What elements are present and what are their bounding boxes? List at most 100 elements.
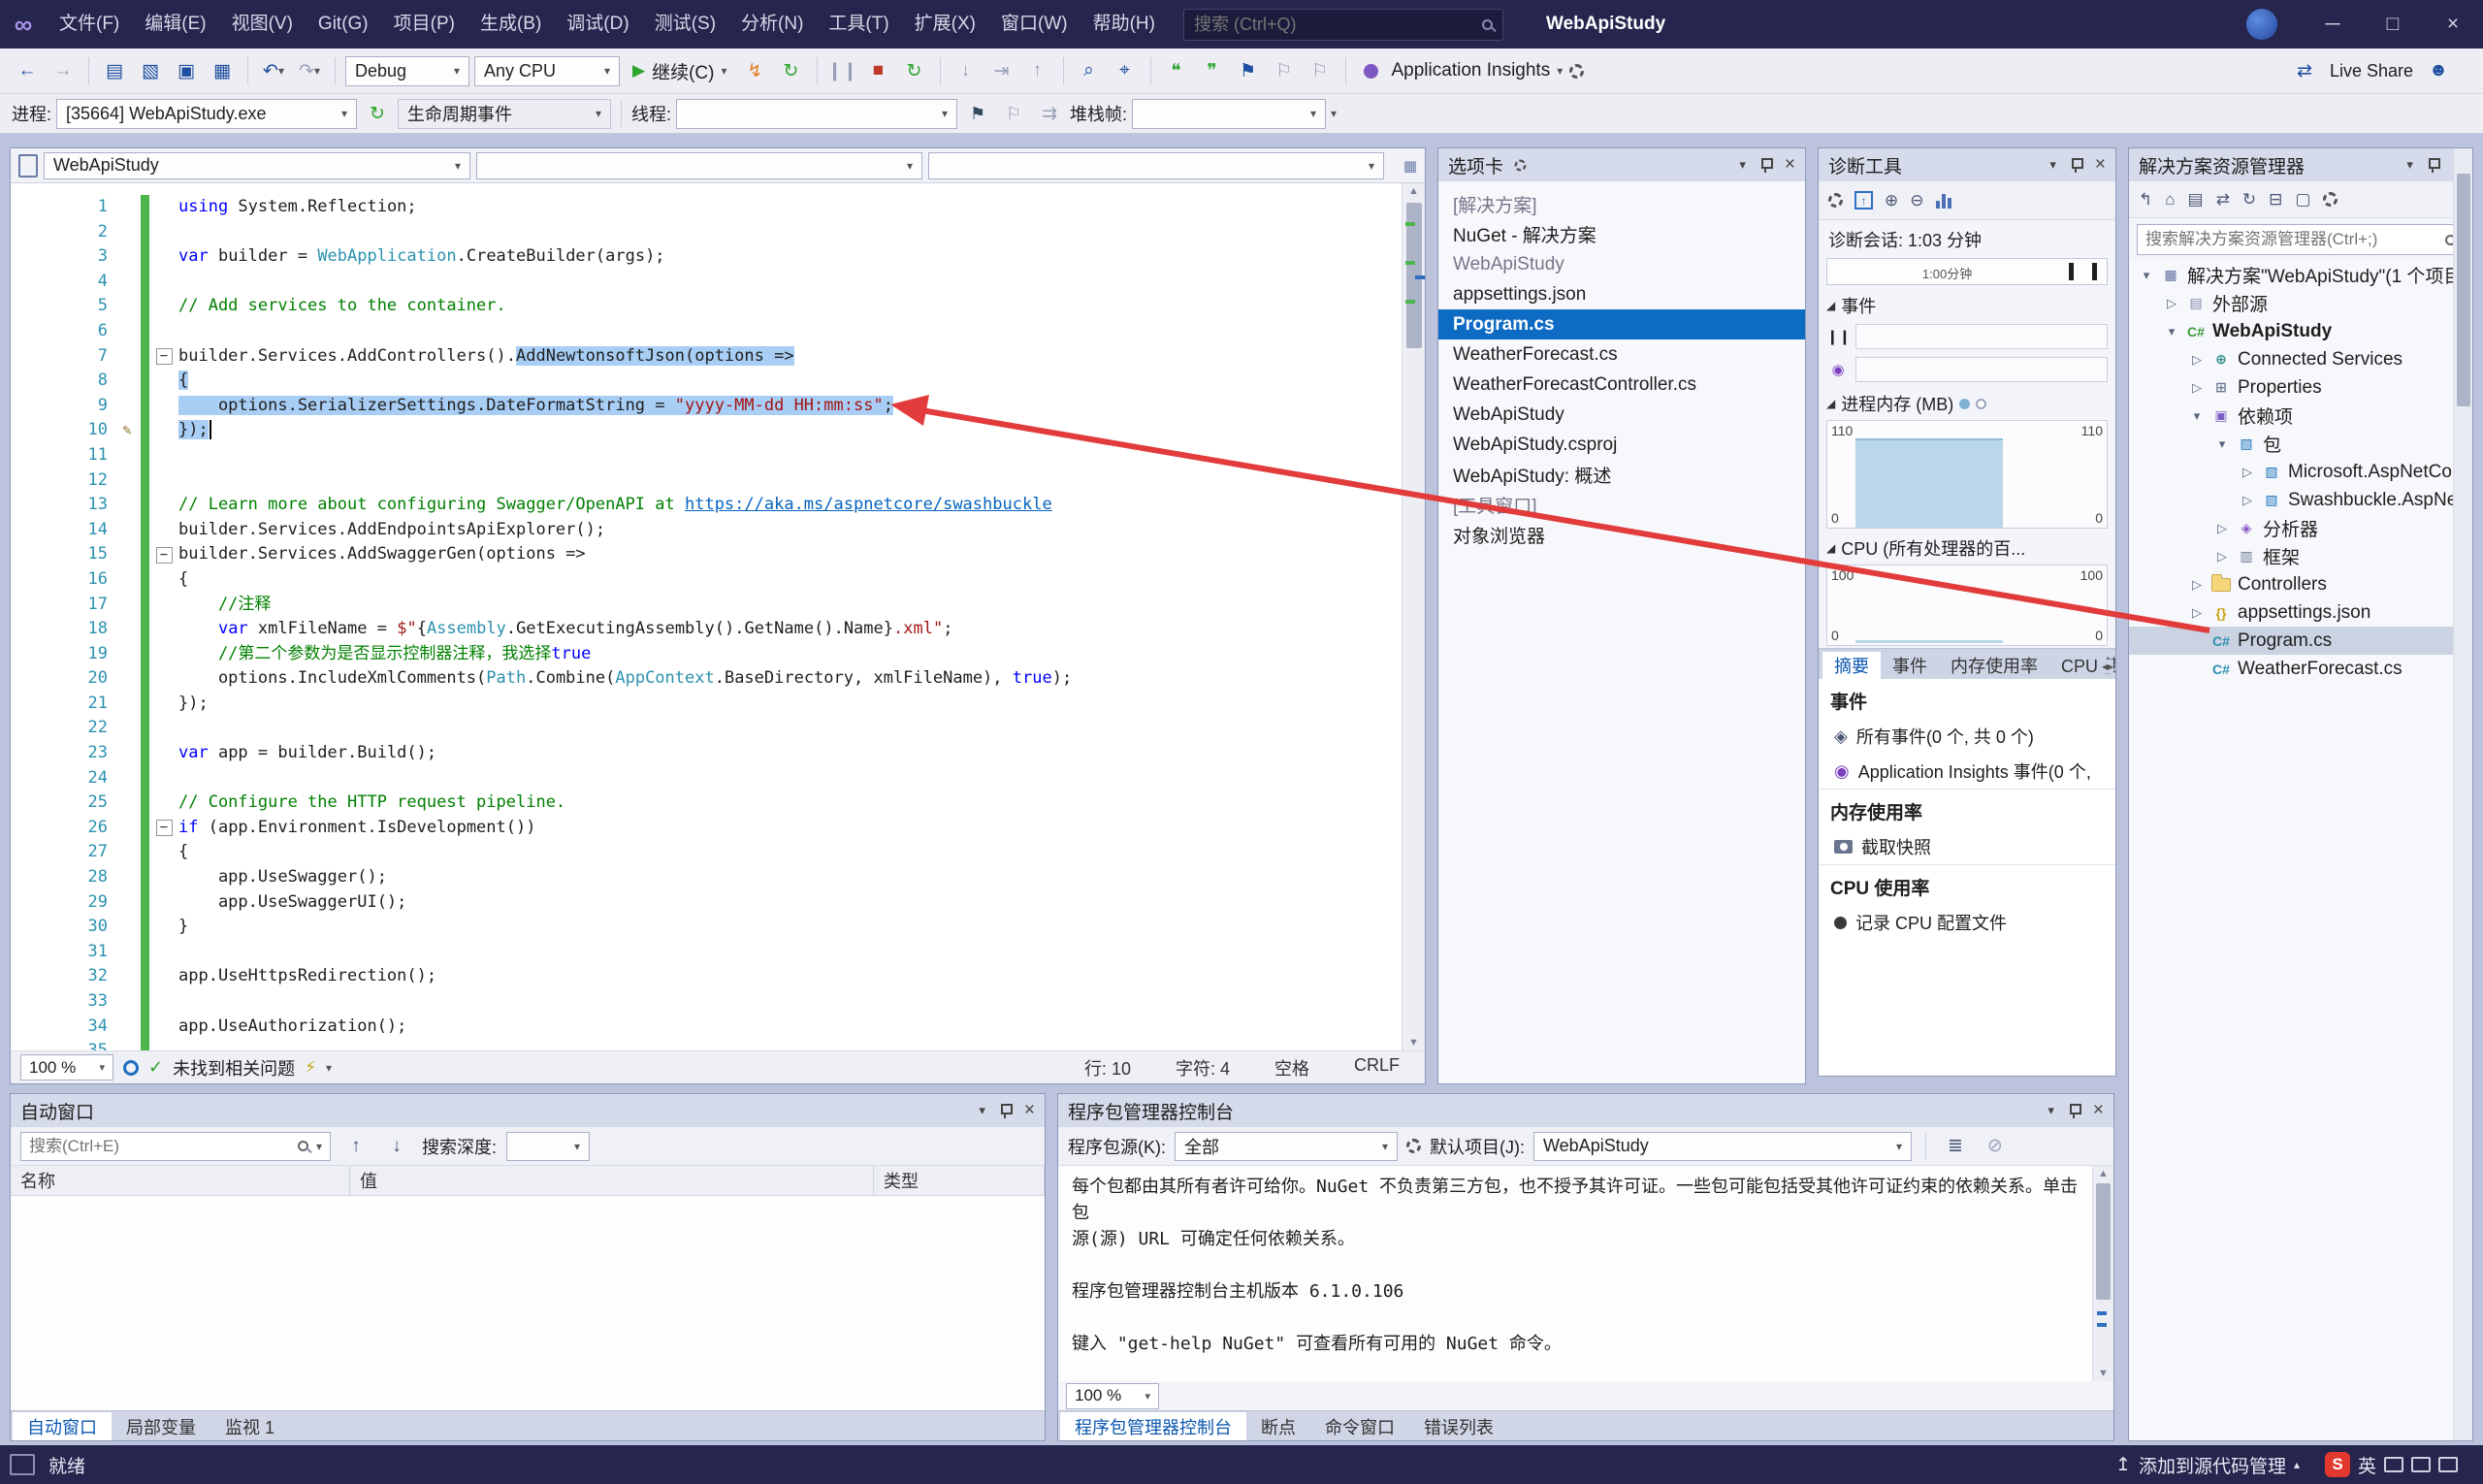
menu-item[interactable]: 帮助(H): [1080, 0, 1168, 48]
session-timeline[interactable]: 1:00分钟: [1826, 258, 2108, 285]
code-line[interactable]: 18 var xmlFileName = $"{Assembly.GetExec…: [11, 617, 1402, 642]
save-all-icon[interactable]: ▦: [207, 54, 238, 87]
scroll-up-icon[interactable]: ▲: [1403, 185, 1425, 197]
navigate-forward-icon[interactable]: →: [48, 54, 79, 87]
autos-search-input[interactable]: [29, 1137, 290, 1156]
navigate-to-icon[interactable]: ⌖: [1110, 54, 1141, 87]
scrollbar-thumb[interactable]: [2457, 174, 2470, 406]
status-corner-icon[interactable]: [10, 1454, 35, 1475]
pin-icon[interactable]: [2427, 157, 2438, 173]
eol-indicator[interactable]: CRLF: [1354, 1055, 1400, 1081]
continue-button[interactable]: ▶ 继续(C) ▾: [625, 54, 735, 87]
pmc-scrollbar[interactable]: ▲ ▼: [2092, 1166, 2113, 1381]
close-icon[interactable]: ×: [2095, 154, 2106, 176]
window-menu-icon[interactable]: ▾: [979, 1103, 985, 1118]
menu-item[interactable]: 工具(T): [816, 0, 901, 48]
find-in-files-icon[interactable]: ⌕: [1074, 54, 1105, 87]
hot-reload-icon[interactable]: ↯: [740, 54, 771, 87]
autos-grid-body[interactable]: [11, 1196, 1045, 1410]
process-combo[interactable]: [35664] WebApiStudy.exe▾: [56, 99, 357, 129]
expand-toggle-icon[interactable]: ▷: [2236, 493, 2259, 508]
search-down-icon[interactable]: ↓: [381, 1130, 412, 1163]
tab-item[interactable]: WeatherForecastController.cs: [1438, 370, 1805, 400]
new-project-icon[interactable]: ▤: [99, 54, 130, 87]
toolbar-overflow-icon[interactable]: ▾: [1331, 107, 1337, 120]
stop-command-icon[interactable]: ⊘: [1980, 1130, 2011, 1163]
expand-toggle-icon[interactable]: ▾: [2185, 408, 2209, 424]
menu-item[interactable]: Git(G): [306, 0, 381, 48]
close-button[interactable]: ×: [2423, 0, 2483, 48]
tree-item[interactable]: ▾▣依赖项: [2129, 402, 2472, 430]
code-line[interactable]: 13// Learn more about configuring Swagge…: [11, 493, 1402, 518]
show-all-files-icon[interactable]: ▢: [2295, 190, 2310, 210]
tabs-panel-titlebar[interactable]: 选项卡 ▾ ×: [1438, 148, 1805, 181]
solution-scrollbar[interactable]: [2453, 148, 2472, 1440]
restart-debug-icon[interactable]: ↻: [899, 54, 930, 87]
line-indicator[interactable]: 行: 10: [1084, 1055, 1131, 1081]
search-up-icon[interactable]: ↑: [340, 1130, 371, 1163]
code-line[interactable]: 22: [11, 716, 1402, 741]
properties-gear-icon[interactable]: [2323, 192, 2338, 207]
break-all-icon[interactable]: ❙❙: [827, 54, 858, 87]
split-window-icon[interactable]: ▦: [1403, 157, 1417, 175]
column-header-类型[interactable]: 类型: [874, 1166, 1045, 1195]
collapse-toggle-icon[interactable]: −: [156, 547, 173, 564]
app-insights-events-link[interactable]: ◉ Application Insights 事件(0 个,: [1819, 754, 2115, 789]
tab-item[interactable]: appsettings.json: [1438, 279, 1805, 309]
code-line[interactable]: 23var app = builder.Build();: [11, 741, 1402, 766]
ime-mode-indicator[interactable]: 英: [2358, 1452, 2376, 1478]
tree-item[interactable]: C#Program.cs: [2129, 627, 2472, 655]
memory-section-header[interactable]: ◢ 进程内存 (MB): [1819, 386, 2115, 418]
code-line[interactable]: 10✎});: [11, 418, 1402, 443]
navigate-back-icon[interactable]: ←: [12, 54, 43, 87]
redo-icon[interactable]: ↷▾: [294, 54, 325, 87]
project-dropdown[interactable]: WebApiStudy▾: [44, 152, 470, 179]
code-line[interactable]: 8{: [11, 369, 1402, 394]
keyboard-icon[interactable]: [2411, 1457, 2431, 1472]
type-dropdown[interactable]: ▾: [476, 152, 922, 179]
code-line[interactable]: 32app.UseHttpsRedirection();: [11, 964, 1402, 989]
tree-item[interactable]: ▷▧Microsoft.AspNetCore...: [2129, 458, 2472, 486]
clear-console-icon[interactable]: ≣: [1940, 1130, 1971, 1163]
editor-zoom-combo[interactable]: 100 %▾: [20, 1054, 113, 1081]
member-dropdown[interactable]: ▾: [928, 152, 1384, 179]
expand-toggle-icon[interactable]: ▷: [2236, 465, 2259, 480]
pin-icon[interactable]: [2070, 157, 2081, 173]
chart-icon[interactable]: [1936, 193, 1951, 209]
code-line[interactable]: 21});: [11, 692, 1402, 717]
process-refresh-icon[interactable]: ↻: [362, 97, 393, 130]
tab-item[interactable]: WebApiStudy.csproj: [1438, 430, 1805, 460]
take-snapshot-link[interactable]: 截取快照: [1819, 829, 2115, 864]
menu-item[interactable]: 扩展(X): [902, 0, 988, 48]
pmc-titlebar[interactable]: 程序包管理器控制台 ▾ ×: [1058, 1094, 2113, 1127]
thread-combo[interactable]: ▾: [676, 99, 957, 129]
code-area[interactable]: 1using System.Reflection;23var builder =…: [11, 183, 1402, 1050]
pmc-console[interactable]: 每个包都由其所有者许可给你。NuGet 不负责第三方包，也不授予其许可证。一些包…: [1058, 1166, 2092, 1381]
maximize-button[interactable]: □: [2363, 0, 2423, 48]
menu-item[interactable]: 生成(B): [468, 0, 554, 48]
collapse-toggle-icon[interactable]: −: [156, 348, 173, 365]
gear-icon[interactable]: [1515, 159, 1527, 171]
platform-combo[interactable]: Any CPU▾: [474, 56, 620, 86]
code-line[interactable]: 12: [11, 468, 1402, 494]
menu-item[interactable]: 调试(D): [554, 0, 641, 48]
mic-icon[interactable]: [2384, 1457, 2403, 1472]
chevron-down-icon[interactable]: ▾: [316, 1140, 322, 1153]
home-icon[interactable]: ⌂: [2165, 190, 2175, 210]
all-events-link[interactable]: ◈ 所有事件(0 个, 共 0 个): [1819, 719, 2115, 754]
menu-item[interactable]: 文件(F): [47, 0, 132, 48]
uncomment-icon[interactable]: ❞: [1197, 54, 1228, 87]
pin-icon[interactable]: [999, 1103, 1011, 1118]
close-icon[interactable]: ×: [2093, 1100, 2104, 1121]
record-cpu-profile-link[interactable]: 记录 CPU 配置文件: [1819, 905, 2115, 940]
zoom-in-icon[interactable]: ⊕: [1885, 191, 1898, 210]
tab-item[interactable]: Program.cs: [1438, 309, 1805, 339]
solution-search-box[interactable]: [2137, 224, 2465, 255]
code-line[interactable]: 27{: [11, 840, 1402, 865]
tab-命令窗口[interactable]: 命令窗口: [1310, 1412, 1409, 1440]
expand-toggle-icon[interactable]: ▷: [2185, 352, 2209, 368]
stack-frame-combo[interactable]: ▾: [1132, 99, 1326, 129]
tree-item[interactable]: ▷◈分析器: [2129, 514, 2472, 542]
collapse-toggle-icon[interactable]: −: [156, 820, 173, 836]
application-insights-dropdown[interactable]: Application Insights ▾: [1356, 54, 1593, 87]
